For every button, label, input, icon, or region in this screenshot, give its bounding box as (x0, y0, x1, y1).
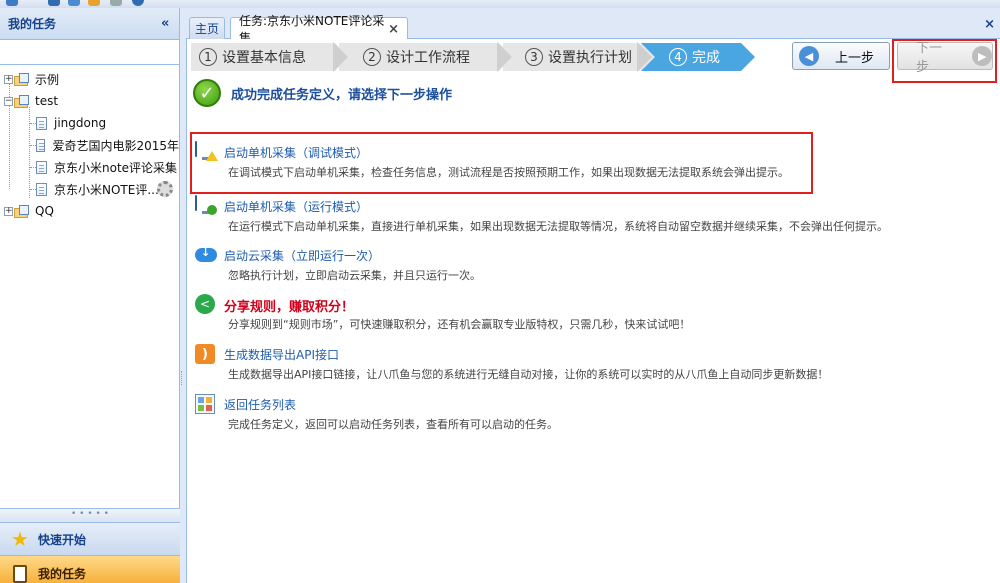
option-title[interactable]: 分享规则，赚取积分！ (224, 296, 354, 315)
panel-splitter[interactable]: • • • • • (0, 508, 180, 522)
tab-bar: 主页 任务:京东小米NOTE评论采集 × × (186, 14, 1000, 45)
option-title[interactable]: 生成数据导出API接口 (224, 346, 339, 363)
success-message: 成功完成任务定义，请选择下一步操作 (231, 87, 453, 103)
task-document-icon (36, 138, 46, 152)
star-icon: ★ (11, 527, 29, 551)
tree-node-label: test (35, 94, 59, 108)
nav-label: 快速开始 (38, 532, 87, 547)
nav-quick-start[interactable]: ★ 快速开始 (0, 522, 180, 556)
close-all-icon[interactable]: × (984, 17, 995, 32)
wizard-content: 1 设置基本信息 2 设计工作流程 3 设置执行计划 4 完成 ◀ 上一步 下一… (186, 39, 1000, 583)
step-number: 2 (363, 48, 381, 66)
gear-icon[interactable] (157, 181, 173, 197)
tree-node-label: QQ (35, 204, 54, 218)
option-title[interactable]: 返回任务列表 (224, 396, 296, 413)
help-icon[interactable] (132, 0, 144, 6)
task-document-icon (36, 182, 47, 196)
collapse-icon[interactable]: − (4, 96, 13, 106)
toolbar-icon[interactable] (88, 0, 100, 6)
chevron-left-icon: ◀ (799, 46, 819, 66)
left-panel-header: 我的任务 « (0, 8, 179, 40)
close-icon[interactable]: × (388, 22, 399, 37)
double-chevron-left-icon[interactable]: « (161, 16, 179, 31)
highlight-box-next (892, 39, 997, 83)
success-banner: ✓ 成功完成任务定义，请选择下一步操作 (193, 79, 452, 107)
title-bar (0, 0, 1000, 8)
tree-node-jd-mi-note[interactable]: 京东小米note评论采集 (0, 156, 179, 178)
expand-icon[interactable]: + (4, 74, 13, 84)
step-design-workflow[interactable]: 2 设计工作流程 (339, 42, 513, 72)
prev-step-label: 上一步 (835, 50, 875, 66)
clipboard-icon (10, 564, 30, 583)
tree-node-label: 京东小米NOTE评... (54, 182, 159, 197)
tree-node-jd-mi-note-upper[interactable]: 京东小米NOTE评... (0, 178, 179, 200)
task-document-icon (36, 160, 47, 174)
tree-node-label: 京东小米note评论采集 (54, 160, 178, 175)
folder-icon (14, 204, 30, 218)
step-label: 设置基本信息 (222, 50, 306, 66)
expand-icon[interactable]: + (4, 206, 13, 216)
step-label: 设计工作流程 (386, 50, 470, 66)
left-panel-title: 我的任务 (8, 17, 57, 31)
task-document-icon (36, 116, 47, 130)
tree-node-label: 爱奇艺国内电影2015年 (52, 138, 179, 153)
nav-my-tasks[interactable]: 我的任务 (0, 556, 180, 583)
cloud-icon (195, 245, 217, 265)
tree-node-test[interactable]: − test (0, 90, 179, 112)
task-filter-area (0, 40, 179, 65)
tree-node-示例[interactable]: + 示例 (0, 68, 179, 90)
folder-open-icon (14, 94, 30, 108)
tab-task[interactable]: 任务:京东小米NOTE评论采集 × (230, 14, 408, 45)
option-title[interactable]: 启动单机采集（运行模式） (224, 198, 368, 215)
option-description: 分享规则到“规则市场”，可快速赚取积分，还有机会赢取专业版特权，只需几秒，快来试… (228, 318, 691, 331)
toolbar-icon[interactable] (68, 0, 80, 6)
step-basic-info[interactable]: 1 设置基本信息 (191, 42, 349, 72)
app-icon (6, 0, 18, 6)
tree-node-label: 示例 (35, 72, 60, 87)
left-panel: 我的任务 « + 示例 − test jingdong 爱奇艺国内电影2015年… (0, 8, 180, 583)
option-description: 生成数据导出API接口链接，让八爪鱼与您的系统进行无缝自动对接，让你的系统可以实… (228, 368, 829, 381)
main-panel: 主页 任务:京东小米NOTE评论采集 × × 1 设置基本信息 2 设计工作流程… (186, 14, 1000, 583)
highlight-box-debug (190, 132, 813, 194)
step-label: 设置执行计划 (548, 50, 632, 66)
tree-node-label: jingdong (54, 116, 107, 130)
rss-icon: ) (195, 344, 217, 364)
tree-node-jingdong[interactable]: jingdong (0, 112, 179, 134)
prev-step-button[interactable]: ◀ 上一步 (792, 42, 890, 70)
step-number: 4 (669, 48, 687, 66)
toolbar-icon[interactable] (110, 0, 122, 6)
option-description: 忽略执行计划，立即启动云采集，并且只运行一次。 (228, 269, 481, 282)
tree-node-iqiyi[interactable]: 爱奇艺国内电影2015年 (0, 134, 179, 156)
nav-label: 我的任务 (38, 567, 87, 581)
step-complete[interactable]: 4 完成 (641, 43, 755, 71)
option-title[interactable]: 启动云采集（立即运行一次） (224, 247, 380, 264)
task-list-icon (195, 394, 217, 414)
step-label: 完成 (692, 50, 720, 66)
share-icon: < (195, 294, 217, 314)
toolbar-icon[interactable] (48, 0, 60, 6)
tab-home[interactable]: 主页 (189, 17, 225, 39)
tab-home-label: 主页 (194, 22, 219, 36)
task-tree: + 示例 − test jingdong 爱奇艺国内电影2015年 京东小米no… (0, 65, 179, 222)
option-description: 完成任务定义，返回可以启动任务列表，查看所有可以启动的任务。 (228, 418, 558, 431)
run-pc-icon (195, 195, 217, 216)
folder-icon (14, 72, 30, 86)
checkmark-icon: ✓ (193, 79, 221, 107)
step-execution-plan[interactable]: 3 设置执行计划 (503, 42, 653, 72)
step-number: 3 (525, 48, 543, 66)
option-description: 在运行模式下启动单机采集，直接进行单机采集，如果出现数据无法提取等情况，系统将自… (228, 220, 888, 233)
step-number: 1 (199, 48, 217, 66)
tree-node-qq[interactable]: + QQ (0, 200, 179, 222)
